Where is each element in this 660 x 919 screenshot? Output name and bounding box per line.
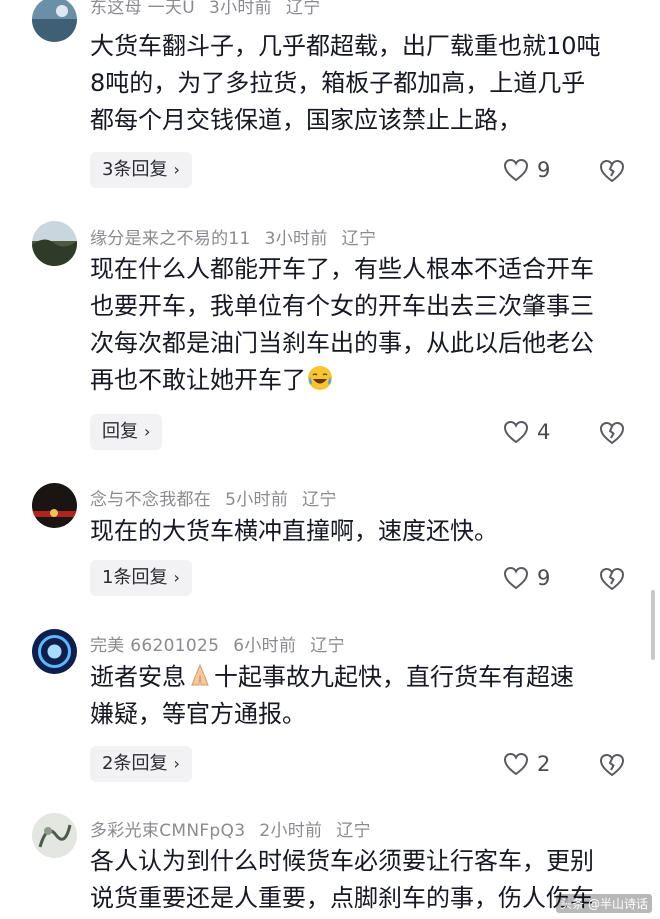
view-replies-button[interactable]: 1条回复 › — [90, 560, 192, 596]
like-count: 4 — [537, 420, 551, 444]
heart-outline-icon — [503, 420, 529, 444]
comment-meta: 缘分是来之不易的11 3小时前 辽宁 — [90, 224, 390, 249]
comment-text: 大货车翻斗子，几乎都超载，出厂载重也就10吨 8吨的，为了多拉货，箱板子都加高，… — [90, 32, 601, 134]
broken-heart-icon — [599, 421, 625, 445]
like-button[interactable]: 9 — [503, 155, 550, 185]
location: 辽宁 — [310, 636, 345, 656]
avatar[interactable] — [32, 0, 77, 42]
avatar[interactable] — [32, 221, 77, 266]
heart-outline-icon — [503, 752, 529, 776]
location: 辽宁 — [341, 229, 377, 249]
username[interactable]: 完美 66201025 — [90, 636, 219, 656]
reply-label: 回复 — [102, 421, 138, 442]
chevron-right-icon: › — [144, 422, 151, 441]
reply-label: 2条回复 — [102, 753, 168, 774]
scrollbar[interactable] — [651, 590, 655, 660]
like-button[interactable]: 2 — [503, 749, 550, 779]
comment-meta: 多彩光束CMNFpQ3 2小时前 辽宁 — [90, 816, 385, 841]
dislike-button[interactable] — [598, 566, 626, 592]
like-count: 9 — [537, 158, 551, 182]
comment-meta: 完美 66201025 6小时前 辽宁 — [90, 631, 359, 656]
dislike-button[interactable] — [598, 420, 626, 446]
comment-meta: 念与不念我都在 5小时前 辽宁 — [90, 485, 351, 510]
comment-text: 各人认为到什么时候货车必须要让行客车，更别 说货重要还是人重要，点脚刹车的事，伤… — [90, 847, 594, 912]
reply-label: 1条回复 — [102, 567, 168, 588]
avatar[interactable] — [32, 629, 77, 674]
like-button[interactable]: 4 — [503, 417, 550, 447]
username[interactable]: 东这母 一天U — [90, 0, 195, 18]
timestamp: 2小时前 — [259, 821, 323, 841]
heart-outline-icon — [503, 566, 529, 590]
comment-meta: 东这母 一天U 3小时前 辽宁 — [90, 0, 335, 18]
avatar[interactable] — [32, 483, 77, 528]
like-count: 9 — [537, 566, 551, 590]
reply-label: 3条回复 — [102, 159, 168, 180]
comment-text: 现在什么人都能开车了，有些人根本不适合开车 也要开车，我单位有个女的开车出去三次… — [90, 255, 594, 394]
laugh-cry-emoji — [308, 366, 332, 390]
comment-text: 逝者安息 十起事故九起快，直行货车有超速 嫌疑，等官方通报。 — [90, 663, 574, 728]
dislike-button[interactable] — [598, 158, 626, 184]
location: 辽宁 — [336, 821, 371, 841]
location: 辽宁 — [285, 0, 321, 18]
chevron-right-icon: › — [173, 754, 180, 773]
like-button[interactable]: 9 — [503, 563, 550, 593]
broken-heart-icon — [599, 753, 625, 777]
username[interactable]: 多彩光束CMNFpQ3 — [90, 821, 245, 841]
avatar[interactable] — [32, 813, 77, 858]
timestamp: 3小时前 — [208, 0, 272, 18]
username[interactable]: 缘分是来之不易的11 — [90, 229, 251, 249]
dislike-button[interactable] — [598, 752, 626, 778]
location: 辽宁 — [302, 490, 337, 510]
view-replies-button[interactable]: 3条回复 › — [90, 152, 192, 188]
timestamp: 5小时前 — [225, 490, 289, 510]
broken-heart-icon — [599, 159, 625, 183]
timestamp: 3小时前 — [264, 229, 328, 249]
timestamp: 6小时前 — [233, 636, 297, 656]
view-replies-button[interactable]: 2条回复 › — [90, 746, 192, 782]
chevron-right-icon: › — [173, 568, 180, 587]
username[interactable]: 念与不念我都在 — [90, 490, 211, 510]
reply-button[interactable]: 回复 › — [90, 414, 163, 450]
comment-text: 现在的大货车横冲直撞啊，速度还快。 — [90, 517, 498, 545]
broken-heart-icon — [599, 567, 625, 591]
chevron-right-icon: › — [173, 160, 180, 179]
pray-emoji — [191, 663, 209, 686]
heart-outline-icon — [503, 158, 529, 182]
watermark: 头条 @半山诗话 — [556, 894, 652, 913]
like-count: 2 — [537, 752, 551, 776]
